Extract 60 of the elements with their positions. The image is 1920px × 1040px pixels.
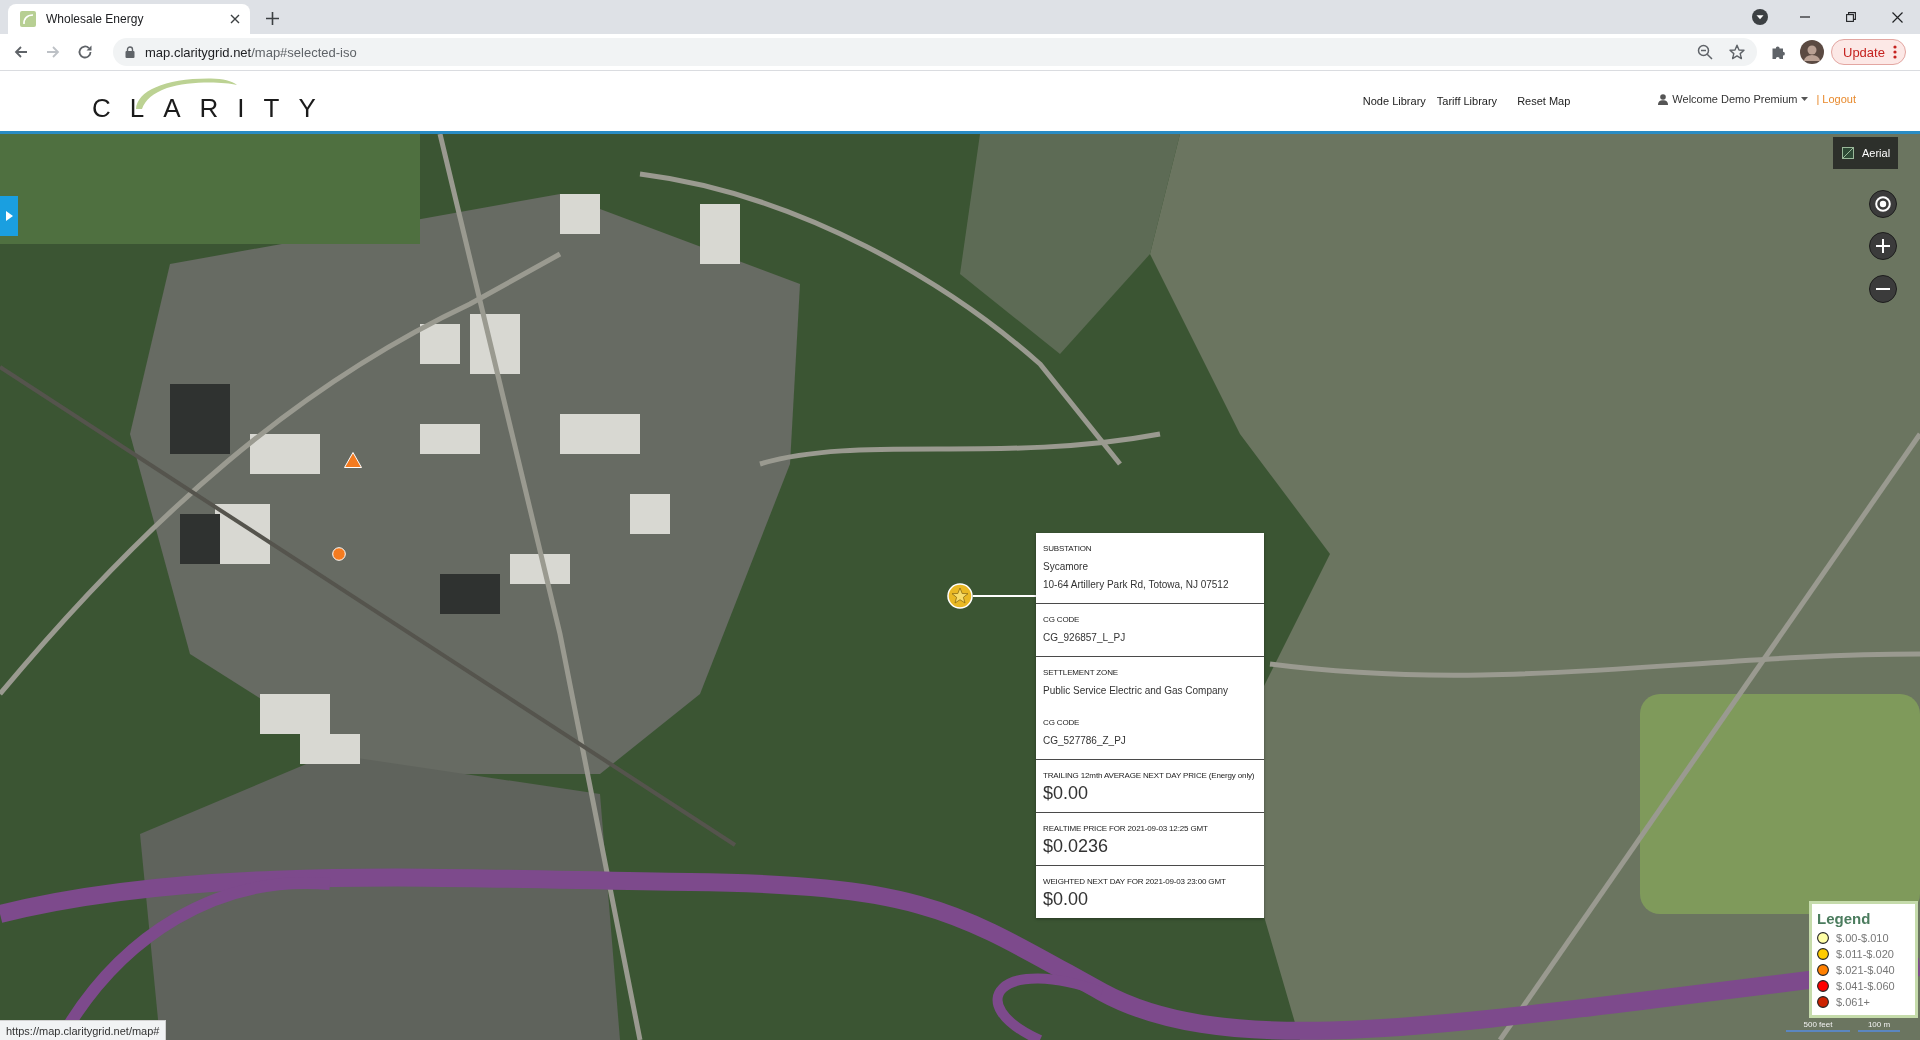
legend-label: $.061+: [1836, 996, 1870, 1008]
map-icon: [1842, 147, 1854, 159]
price-value: $0.0236: [1043, 836, 1110, 856]
star-icon[interactable]: [1729, 44, 1745, 60]
puzzle-icon[interactable]: [1771, 44, 1787, 60]
avatar-icon[interactable]: [1800, 40, 1824, 64]
legend-label: $.021-$.040: [1836, 964, 1895, 976]
star-marker-icon[interactable]: [947, 583, 973, 609]
nav-link[interactable]: Tariff Library: [1436, 94, 1498, 108]
clarity-logo: CLARITY: [92, 77, 335, 121]
field-label: CG CODE: [1043, 615, 1081, 625]
field-label: CG CODE: [1043, 718, 1081, 728]
scale-label: 500 feet: [1786, 1020, 1850, 1032]
user-menu[interactable]: Welcome Demo Premium: [1658, 92, 1809, 106]
more-icon[interactable]: [1892, 45, 1897, 59]
plus-icon: [1876, 239, 1890, 253]
circle-marker-icon[interactable]: [332, 547, 346, 561]
status-url: https://map.claritygrid.net/map#: [0, 1020, 167, 1040]
nav-link[interactable]: Reset Map: [1517, 94, 1571, 108]
url-text: map.claritygrid.net/map#selected-iso: [145, 44, 357, 60]
favicon-icon: [20, 11, 36, 27]
field-label: SETTLEMENT ZONE: [1043, 668, 1119, 678]
user-icon: [1658, 93, 1669, 105]
dropdown-icon[interactable]: [1752, 9, 1768, 25]
minus-icon: [1876, 288, 1890, 290]
caret-right-icon: [5, 211, 13, 221]
legend-label: $.041-$.060: [1836, 980, 1895, 992]
field-value: CG_527786_Z_PJ: [1043, 734, 1127, 748]
update-button[interactable]: Update: [1831, 39, 1906, 65]
back-icon[interactable]: [13, 44, 29, 60]
close-icon[interactable]: [1891, 11, 1903, 23]
field-value: CG_926857_L_PJ: [1043, 631, 1127, 645]
zoom-out-icon[interactable]: [1697, 44, 1713, 60]
field-label: REALTIME PRICE FOR 2021-09-03 12:25 GMT: [1043, 824, 1209, 834]
target-icon: [1875, 196, 1891, 212]
field-value: Public Service Electric and Gas Company: [1043, 684, 1230, 698]
field-value: Sycamore: [1043, 560, 1089, 574]
scale-label: 100 m: [1858, 1020, 1900, 1032]
aerial-view-button[interactable]: Aerial: [1833, 137, 1898, 169]
close-icon[interactable]: [230, 14, 240, 24]
expand-panel-button[interactable]: [0, 196, 18, 236]
caret-icon: [1801, 97, 1809, 101]
triangle-marker-icon[interactable]: [344, 452, 362, 468]
field-value: 10-64 Artillery Park Rd, Totowa, NJ 07512: [1043, 578, 1230, 592]
plus-icon[interactable]: [266, 12, 279, 25]
nav-link[interactable]: Node Library: [1362, 94, 1426, 108]
legend-label: $.00-$.010: [1836, 932, 1889, 944]
field-label: WEIGHTED NEXT DAY FOR 2021-09-03 23:00 GMT: [1043, 877, 1227, 887]
field-label: TRAILING 12mth AVERAGE NEXT DAY PRICE (Energy only): [1043, 771, 1256, 781]
price-value: $0.00: [1043, 889, 1090, 909]
legend-label: $.011-$.020: [1836, 948, 1894, 960]
reload-icon[interactable]: [77, 44, 93, 60]
restore-icon[interactable]: [1846, 12, 1856, 22]
lock-icon[interactable]: [125, 46, 135, 58]
aerial-map-drawing[interactable]: [0, 134, 1920, 1040]
legend-title: Legend: [1817, 909, 1872, 929]
price-value: $0.00: [1043, 783, 1090, 803]
browser-tab[interactable]: Wholesale Energy: [8, 4, 250, 34]
field-label: SUBSTATION: [1043, 544, 1093, 554]
address-bar[interactable]: map.claritygrid.net/map#selected-iso: [113, 38, 1757, 66]
